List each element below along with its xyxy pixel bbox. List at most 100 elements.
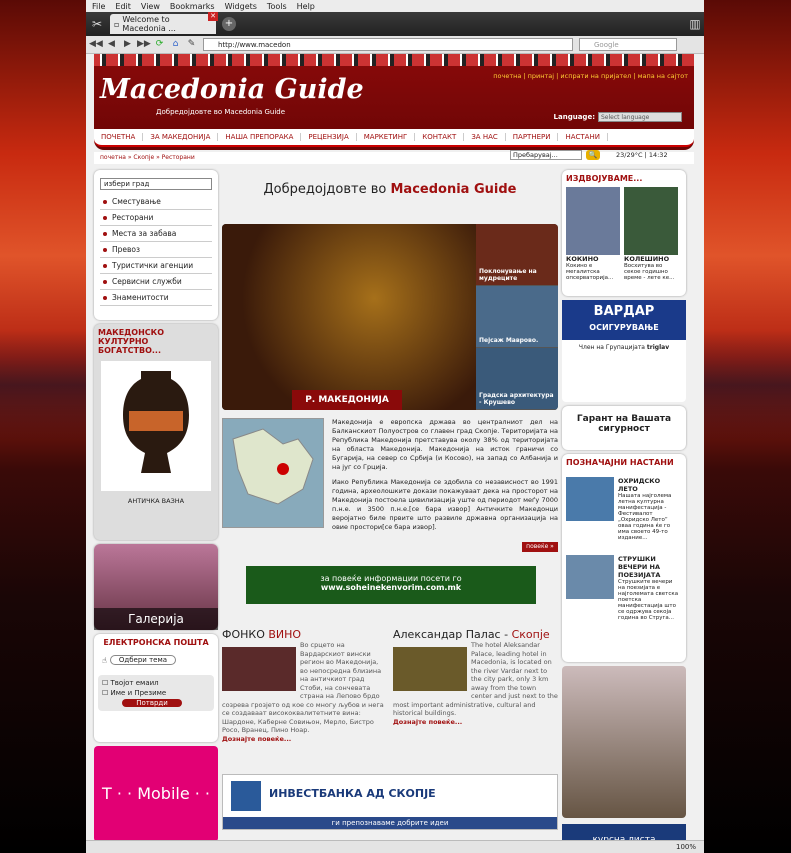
top-links[interactable]: почетна | принтај | испрати на пријател … — [493, 72, 688, 80]
breadcrumb[interactable]: почетна » Скопје » Ресторани — [94, 152, 694, 164]
site-logo[interactable]: Macedonia Guide — [100, 74, 364, 105]
back-arrow-icon[interactable]: ◀ — [105, 38, 118, 51]
kokino-card[interactable]: КОКИНО Кокино е мегалитска опсерваторија… — [566, 187, 620, 281]
welcome-text: Добредојдовте во — [263, 182, 387, 197]
nav-recommend[interactable]: НАША ПРЕПОРАКА — [218, 133, 302, 141]
more-button[interactable]: повеќе » — [522, 542, 558, 552]
exchange-rate-ad[interactable]: курсна листа — [562, 824, 686, 840]
nav-about[interactable]: ЗА МАКЕДОНИЈА — [143, 133, 219, 141]
thumb-adoration[interactable]: Поклонување на мудреците — [476, 224, 558, 286]
menu-accommodation[interactable]: Сместување — [100, 194, 212, 210]
forward-icon[interactable]: ▶ — [121, 38, 134, 51]
event-title: СТРУШКИ ВЕЧЕРИ НА ПОЕЗИЈАТА — [618, 555, 661, 579]
hotel-image[interactable] — [393, 647, 467, 691]
article-title[interactable]: ФОНКО ВИНО — [222, 628, 387, 641]
thumb-mavrovo[interactable]: Пејсаж Маврово. — [476, 286, 558, 348]
nav-home[interactable]: ПОЧЕТНА — [94, 133, 144, 141]
hero-slider[interactable]: Р. МАКЕДОНИЈА Поклонување на мудреците П… — [222, 224, 558, 410]
home-icon[interactable]: ⌂ — [169, 38, 182, 51]
menu-help[interactable]: Help — [297, 2, 315, 11]
edit-icon[interactable]: ✎ — [185, 38, 198, 51]
trash-icon[interactable]: ▥ — [686, 15, 704, 33]
menu-entertainment[interactable]: Места за забава — [100, 226, 212, 242]
ohrid-image[interactable] — [566, 477, 614, 521]
ornament-border — [94, 54, 694, 66]
language-picker: Language: Select language — [554, 112, 682, 122]
nav-review[interactable]: РЕЦЕНЗИЈА — [301, 133, 357, 141]
menu-bookmarks[interactable]: Bookmarks — [170, 2, 215, 11]
search-input[interactable]: Google — [579, 38, 677, 51]
standout-box: ИЗДВОЈУВАМЕ... КОКИНО Кокино е мегалитск… — [562, 170, 686, 296]
nav-contact[interactable]: КОНТАКТ — [415, 133, 465, 141]
kolesino-title: КОЛЕШИНО — [624, 255, 670, 263]
newsletter-box: ЕЛЕКТРОНСКА ПОШТА ☝ Одбери тема ☐ Твојот… — [94, 634, 218, 742]
desc-paragraph-2: Иако Република Македонија се здобила со … — [332, 478, 558, 531]
article-link[interactable]: Дознајте повеќе... — [222, 735, 387, 743]
menu-tools[interactable]: Tools — [267, 2, 287, 11]
browser-tab[interactable]: ▫ Welcome to Macedonia ... ✕ — [110, 12, 218, 34]
thumb-krushevo[interactable]: Градска архитектура - Крушево — [476, 348, 558, 410]
hero-image[interactable] — [222, 224, 476, 410]
struga-image[interactable] — [566, 555, 614, 599]
vardar-title: ВАРДАР ОСИГУРУВАЊЕ — [562, 300, 686, 340]
nav-partners[interactable]: ПАРТНЕРИ — [506, 133, 559, 141]
member-text: Член на Групацијата — [578, 344, 645, 351]
thumb-label: Градска архитектура - Крушево — [479, 392, 554, 406]
events-box: ПОЗНАЧАЈНИ НАСТАНИ ОХРИДСКО ЛЕТО Нашата н… — [562, 454, 686, 662]
event-text: Нашата најголема летна културна манифест… — [618, 493, 672, 541]
address-bar[interactable]: http://www.macedon — [203, 38, 573, 51]
close-tab-icon[interactable]: ✕ — [208, 12, 218, 21]
vase-image[interactable] — [101, 361, 211, 491]
tab-title: Welcome to Macedonia ... — [122, 15, 176, 33]
article-link[interactable]: Дознајте повеќе... — [393, 718, 558, 726]
nav-events[interactable]: НАСТАНИ — [558, 133, 608, 141]
name-field[interactable]: ☐ Име и Презиме — [102, 689, 210, 697]
checkbox-icon[interactable]: ☐ — [102, 679, 108, 687]
back-icon[interactable]: ◀◀ — [89, 38, 103, 51]
reload-icon[interactable]: ⟳ — [153, 38, 166, 51]
zoom-level[interactable]: 100% — [676, 843, 696, 851]
architecture-image[interactable] — [562, 666, 686, 818]
nav-about-us[interactable]: ЗА НАС — [464, 133, 506, 141]
menu-landmarks[interactable]: Знаменитости — [100, 290, 212, 306]
menu-services[interactable]: Сервисни служби — [100, 274, 212, 290]
language-select[interactable]: Select language — [598, 112, 682, 122]
tmobile-ad[interactable]: T · · Mobile · · — [94, 746, 218, 840]
tools-icon[interactable]: ✂ — [88, 15, 106, 33]
map-image[interactable] — [222, 418, 324, 528]
event-item[interactable]: СТРУШКИ ВЕЧЕРИ НА ПОЕЗИЈАТА Струшките веч… — [566, 555, 682, 621]
checkbox-icon[interactable]: ☐ — [102, 689, 108, 697]
kolesino-card[interactable]: КОЛЕШИНО Восхитува во секое годишно врем… — [624, 187, 678, 281]
wine-image[interactable] — [222, 647, 296, 691]
menu-edit[interactable]: Edit — [115, 2, 131, 11]
event-item[interactable]: ОХРИДСКО ЛЕТО Нашата најголема летна култ… — [566, 477, 682, 541]
investbank-banner[interactable]: ИНВЕСТБАНКА АД СКОПЈЕ ги препознаваме до… — [222, 774, 558, 830]
new-tab-icon[interactable]: + — [222, 17, 236, 31]
nav-marketing[interactable]: МАРКЕТИНГ — [357, 133, 416, 141]
article-title[interactable]: Александар Палас - Скопје — [393, 628, 558, 641]
vardar-member: Член на Групацијата triglav — [562, 344, 686, 351]
thumb-label: Пејсаж Маврово. — [479, 337, 539, 344]
menu-travel-agencies[interactable]: Туристички агенции — [100, 258, 212, 274]
name-field-label: Име и Презиме — [110, 689, 167, 697]
kolesino-image[interactable] — [624, 187, 678, 255]
vardar-ad[interactable]: ВАРДАР ОСИГУРУВАЊЕ Член на Групацијата tr… — [562, 300, 686, 402]
title-part: ФОНКО — [222, 628, 265, 641]
menu-file[interactable]: File — [92, 2, 105, 11]
city-select[interactable]: избери град — [100, 178, 212, 190]
vase-icon — [123, 371, 189, 473]
topic-select[interactable]: Одбери тема — [109, 655, 177, 665]
fast-forward-icon[interactable]: ▶▶ — [137, 38, 151, 51]
menu-widgets[interactable]: Widgets — [225, 2, 257, 11]
email-field[interactable]: ☐ Твојот емаил — [102, 679, 210, 687]
menu-restaurants[interactable]: Ресторани — [100, 210, 212, 226]
search-go-button[interactable]: 🔍 — [586, 150, 600, 160]
site-search-input[interactable]: Пребарувај... — [510, 150, 582, 160]
heineken-banner[interactable]: за повеќе информации посети го www.sohei… — [246, 566, 536, 604]
confirm-button[interactable]: Потврди — [122, 699, 182, 707]
kokino-image[interactable] — [566, 187, 620, 255]
gallery-box[interactable]: Галерија — [94, 544, 218, 630]
menu-transport[interactable]: Превоз — [100, 242, 212, 258]
menu-view[interactable]: View — [141, 2, 160, 11]
menu-bar: File Edit View Bookmarks Widgets Tools H… — [86, 0, 704, 12]
